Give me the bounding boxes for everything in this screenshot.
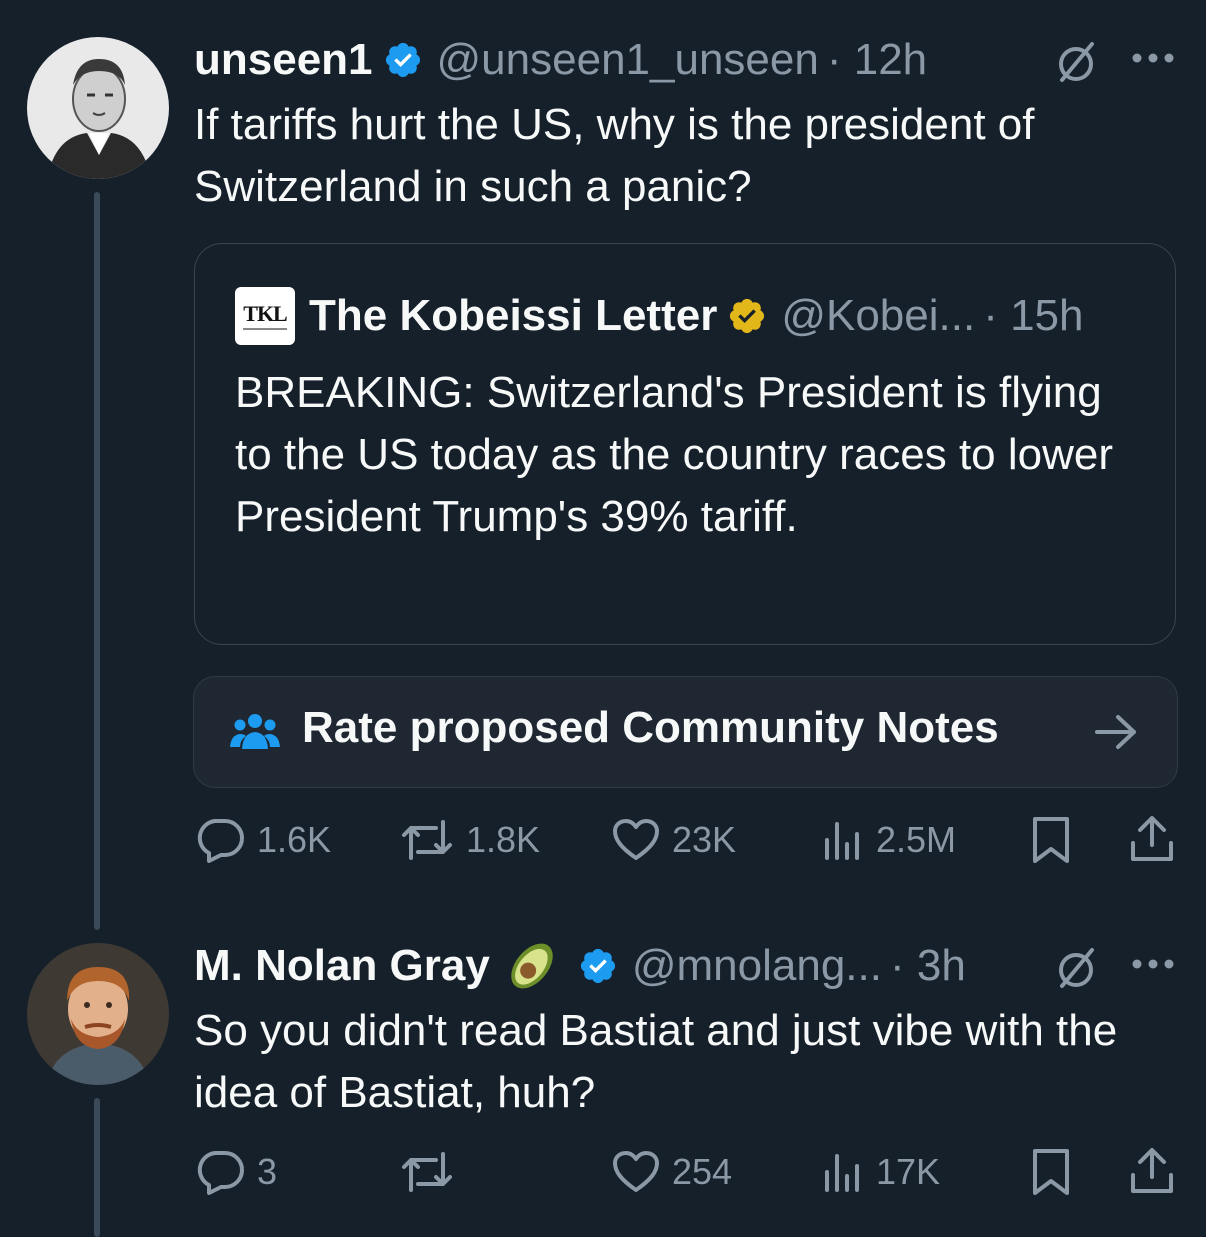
- quoted-tweet-text: BREAKING: Switzerland's President is fly…: [235, 368, 1114, 541]
- share-button[interactable]: [1128, 1142, 1176, 1202]
- kobeissi-logo: TKL: [235, 287, 295, 345]
- tweet-text: If tariffs hurt the US, why is the presi…: [194, 100, 1035, 211]
- repost-count: 1.8K: [466, 819, 541, 860]
- share-icon: [1131, 816, 1173, 861]
- author-name[interactable]: unseen1: [194, 35, 373, 85]
- bookmark-icon: [1033, 1149, 1069, 1195]
- reply-button[interactable]: 1.6K: [195, 810, 331, 870]
- tweet-unseen1[interactable]: unseen1 @unseen1_unseen · 12h If tariffs…: [0, 0, 1206, 930]
- views-button[interactable]: 2.5M: [822, 810, 956, 870]
- verified-badge-icon: [385, 42, 420, 78]
- people-icon: [230, 714, 280, 749]
- repost-button[interactable]: 1.8K: [400, 810, 540, 870]
- tweet-actions: 1.6K 1.8K 23K 2.5M: [0, 810, 1206, 870]
- timestamp[interactable]: · 12h: [827, 35, 927, 85]
- arrow-right-icon: [1095, 715, 1136, 749]
- grok-icon[interactable]: [1052, 38, 1100, 86]
- rate-community-notes-button[interactable]: Rate proposed Community Notes: [193, 676, 1178, 788]
- view-count: 17K: [876, 1151, 941, 1192]
- avatar-unseen1[interactable]: [27, 37, 169, 179]
- reply-icon: [197, 1151, 244, 1195]
- community-notes-label: Rate proposed Community Notes: [302, 703, 999, 752]
- verified-badge-icon: [730, 298, 765, 334]
- timestamp[interactable]: · 3h: [890, 941, 966, 991]
- repost-icon: [402, 820, 452, 860]
- reply-count: 1.6K: [257, 819, 332, 860]
- more-icon[interactable]: [1130, 954, 1176, 974]
- tweet-header: unseen1 @unseen1_unseen · 12h: [194, 30, 927, 90]
- tweet-mnolangray[interactable]: M. Nolan Gray @mnolang... · 3h So you di…: [0, 930, 1206, 1237]
- reply-count: 3: [257, 1151, 278, 1192]
- tweet-text: So you didn't read Bastiat and just vibe…: [194, 1006, 1118, 1117]
- grok-icon[interactable]: [1052, 944, 1100, 992]
- bookmark-button[interactable]: [1030, 1142, 1072, 1202]
- like-button[interactable]: 254: [612, 1142, 732, 1202]
- quoted-author-name[interactable]: The Kobeissi Letter: [309, 291, 717, 341]
- like-count: 254: [672, 1151, 733, 1192]
- tweet-actions: 3 254 17K: [0, 1142, 1206, 1202]
- tweet-header: M. Nolan Gray @mnolang... · 3h: [194, 936, 966, 996]
- quoted-tweet-header: TKL The Kobeissi Letter @Kobei... · 15h: [235, 286, 1083, 346]
- share-icon: [1131, 1148, 1173, 1193]
- repost-button[interactable]: [400, 1142, 466, 1202]
- like-icon: [613, 819, 659, 860]
- quoted-author-handle[interactable]: @Kobei...: [781, 291, 975, 341]
- bookmark-icon: [1033, 817, 1069, 863]
- author-handle[interactable]: @unseen1_unseen: [437, 35, 819, 85]
- verified-badge-icon: [580, 948, 615, 984]
- share-button[interactable]: [1128, 810, 1176, 870]
- author-handle[interactable]: @mnolang...: [632, 941, 882, 991]
- bookmark-button[interactable]: [1030, 810, 1072, 870]
- author-name[interactable]: M. Nolan Gray: [194, 941, 490, 991]
- reply-button[interactable]: 3: [195, 1142, 277, 1202]
- quoted-timestamp[interactable]: · 15h: [983, 291, 1083, 341]
- repost-icon: [402, 1152, 452, 1192]
- reply-icon: [197, 819, 244, 863]
- like-button[interactable]: 23K: [612, 810, 736, 870]
- logo-text: TKL: [243, 300, 287, 326]
- avocado-emoji-icon: [511, 943, 553, 989]
- views-icon: [825, 822, 859, 860]
- like-icon: [613, 1151, 659, 1192]
- views-icon: [825, 1154, 859, 1192]
- like-count: 23K: [672, 819, 737, 860]
- avatar-mnolangray[interactable]: [27, 943, 169, 1085]
- views-button[interactable]: 17K: [822, 1142, 940, 1202]
- view-count: 2.5M: [876, 819, 957, 860]
- quoted-tweet[interactable]: TKL The Kobeissi Letter @Kobei... · 15h …: [194, 243, 1176, 645]
- more-icon[interactable]: [1130, 48, 1176, 68]
